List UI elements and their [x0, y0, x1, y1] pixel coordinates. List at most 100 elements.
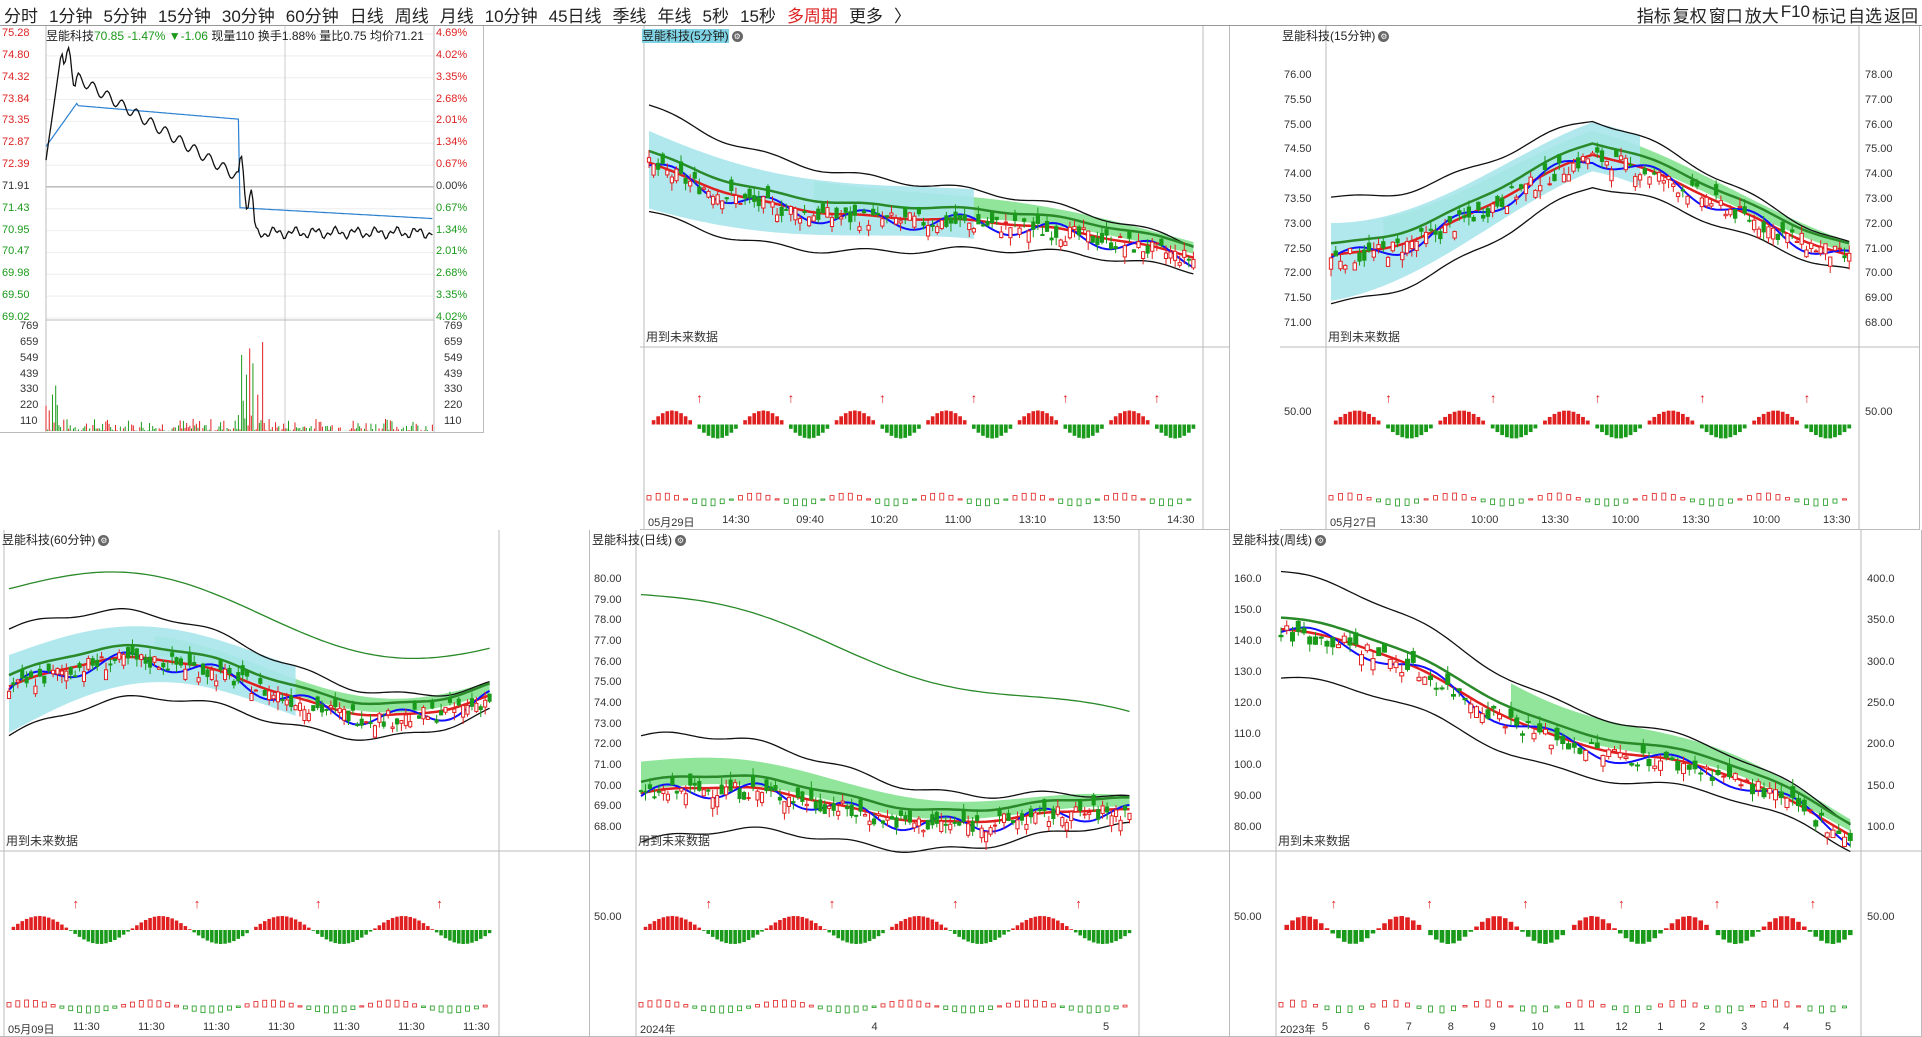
- oscillator-bar: [1640, 930, 1646, 944]
- chart-panel-60min[interactable]: 昱能科技(60分钟) ⚙ ↑ ↑ ↑ ↑ 用到未来数据 05月09日 11:30 11:30 11:…: [0, 530, 590, 1037]
- chart-panel-5min[interactable]: 昱能科技(5分钟) ⚙ ↑ ↑ ↑ ↑ ↑ ↑ 用到未来数据 05月29日 14:30 09:40 10…: [640, 26, 1230, 530]
- gear-icon[interactable]: ⚙: [731, 31, 743, 43]
- toolbar-btn-3[interactable]: 放大: [1745, 2, 1779, 27]
- pday-chart[interactable]: ↑ ↑ ↑ ↑: [590, 530, 1229, 1036]
- pday-title[interactable]: 昱能科技(日线) ⚙: [592, 531, 686, 548]
- intraday-chart[interactable]: [0, 26, 484, 433]
- toolbar-btn-7[interactable]: 返回: [1884, 2, 1918, 27]
- toolbar-btn-4[interactable]: F10: [1781, 2, 1810, 27]
- chart-panel-15min[interactable]: 昱能科技(15分钟) ⚙ ↑ ↑ ↑ ↑ ↑ 用到未来数据 76.00 75.50 75.00 74.…: [1280, 26, 1920, 530]
- histogram-bar: [1405, 1002, 1410, 1008]
- p15-ytick-10: 71.00: [1284, 317, 1312, 329]
- oscillator-bar: [1766, 411, 1771, 425]
- gear-icon[interactable]: ⚙: [98, 535, 110, 547]
- histogram-bar: [1556, 492, 1562, 501]
- candle: [1096, 809, 1101, 820]
- candle: [773, 785, 778, 792]
- candle: [24, 676, 29, 684]
- pweek-title[interactable]: 昱能科技(周线) ⚙: [1232, 531, 1326, 548]
- histogram-bar: [1313, 1003, 1318, 1008]
- period-tab-6[interactable]: 日线: [350, 2, 384, 27]
- period-tab-1[interactable]: 1分钟: [49, 2, 92, 27]
- candle: [1163, 252, 1169, 260]
- candle: [1087, 812, 1092, 815]
- toolbar-btn-5[interactable]: 标记: [1812, 2, 1846, 27]
- period-tab-2[interactable]: 5分钟: [103, 2, 146, 27]
- candle: [747, 188, 752, 199]
- period-tab-4[interactable]: 30分钟: [222, 2, 275, 27]
- toolbar-btn-6[interactable]: 自选: [1848, 2, 1882, 27]
- candle: [231, 680, 236, 686]
- period-tab-10[interactable]: 45日线: [549, 2, 602, 27]
- candle: [777, 796, 783, 801]
- histogram-bar: [1359, 1005, 1364, 1010]
- histogram-bar: [1393, 999, 1399, 1008]
- chart-panel-weekly[interactable]: 昱能科技(周线) ⚙ ↑ ↑ ↑ ↑ ↑ ↑ 用到未来数据 160.0 150.0 140.0 130.…: [1230, 530, 1922, 1037]
- period-tab-11[interactable]: 季线: [613, 2, 647, 27]
- toolbar-btn-1[interactable]: 复权: [1673, 2, 1707, 27]
- period-tab-16[interactable]: 更多: [849, 2, 883, 27]
- chart-panel-daily[interactable]: 昱能科技(日线) ⚙ ↑ ↑ ↑ ↑ 用到未来数据 80.00 79.00 78.00 77.00 7…: [590, 530, 1230, 1037]
- oscillator-bar: [1022, 416, 1026, 425]
- toolbar-btn-2[interactable]: 窗口: [1709, 2, 1743, 27]
- oscillator-bar: [1006, 930, 1011, 932]
- oscillator-bar: [1571, 924, 1577, 930]
- histogram-bar: [1015, 1000, 1020, 1008]
- p5-chart[interactable]: ↑ ↑ ↑ ↑ ↑ ↑: [640, 26, 1229, 529]
- oscillator-bar: [1159, 424, 1164, 433]
- oscillator-bar: [412, 918, 417, 930]
- p5-title[interactable]: 昱能科技(5分钟) ⚙: [642, 27, 743, 44]
- candle: [697, 186, 702, 195]
- oscillator-bar: [1040, 411, 1045, 425]
- p60-chart[interactable]: ↑ ↑ ↑ ↑: [0, 530, 589, 1036]
- histogram-bar: [1086, 1005, 1092, 1014]
- oscillator-bar: [1595, 424, 1600, 429]
- p60-title[interactable]: 昱能科技(60分钟) ⚙: [2, 531, 110, 548]
- gear-icon[interactable]: ⚙: [675, 535, 686, 547]
- histogram-bar: [482, 1004, 488, 1008]
- p5-xlabel-5: 13:10: [1018, 514, 1047, 526]
- oscillator-bar: [1723, 424, 1728, 439]
- candle: [1523, 183, 1529, 195]
- oscillator-bar: [802, 424, 807, 438]
- candle: [1427, 675, 1434, 681]
- histogram-bar: [1485, 999, 1491, 1008]
- candle: [148, 656, 153, 668]
- period-tab-15[interactable]: 多周期: [787, 2, 838, 27]
- candle: [275, 691, 280, 703]
- candle: [852, 204, 857, 216]
- chevron-right-icon[interactable]: 〉: [894, 2, 911, 27]
- oscillator-bar: [670, 916, 675, 930]
- gear-icon[interactable]: ⚙: [1378, 31, 1390, 43]
- period-tab-5[interactable]: 60分钟: [286, 2, 339, 27]
- candle: [1721, 775, 1727, 778]
- period-tab-0[interactable]: 分时: [4, 2, 38, 27]
- pct-tick-4: 2.01%: [436, 114, 468, 127]
- period-tab-13[interactable]: 5秒: [703, 2, 729, 27]
- period-tab-7[interactable]: 周线: [395, 2, 429, 27]
- intraday-panel[interactable]: 昱能科技 70.85 -1.47% ▼-1.06 现量110 换手1.88% 量…: [0, 26, 484, 433]
- period-tab-14[interactable]: 15秒: [740, 2, 776, 27]
- histogram-bar: [1357, 494, 1362, 501]
- oscillator-bar: [1658, 930, 1663, 934]
- oscillator-bar: [196, 930, 201, 936]
- p15-title[interactable]: 昱能科技(15分钟) ⚙: [1282, 27, 1390, 44]
- period-tab-12[interactable]: 年线: [658, 2, 692, 27]
- candle: [793, 207, 798, 221]
- gear-icon[interactable]: ⚙: [1315, 535, 1326, 547]
- candle: [1001, 813, 1007, 824]
- vol-tick-1: 659: [20, 335, 39, 348]
- histogram-bar: [182, 1005, 188, 1010]
- candle: [1159, 238, 1164, 246]
- pweek-chart[interactable]: ↑ ↑ ↑ ↑ ↑ ↑: [1230, 530, 1921, 1036]
- toolbar-btn-0[interactable]: 指标: [1637, 2, 1671, 27]
- oscillator-bar: [701, 930, 706, 931]
- period-tab-8[interactable]: 月线: [440, 2, 474, 27]
- oscillator-bar: [1778, 916, 1784, 930]
- period-tab-9[interactable]: 10分钟: [485, 2, 538, 27]
- candle: [1646, 758, 1652, 767]
- histogram-bar: [112, 1005, 118, 1009]
- p15-chart[interactable]: ↑ ↑ ↑ ↑ ↑: [1280, 26, 1919, 529]
- period-tab-3[interactable]: 15分钟: [158, 2, 211, 27]
- histogram-bar: [1531, 1005, 1537, 1014]
